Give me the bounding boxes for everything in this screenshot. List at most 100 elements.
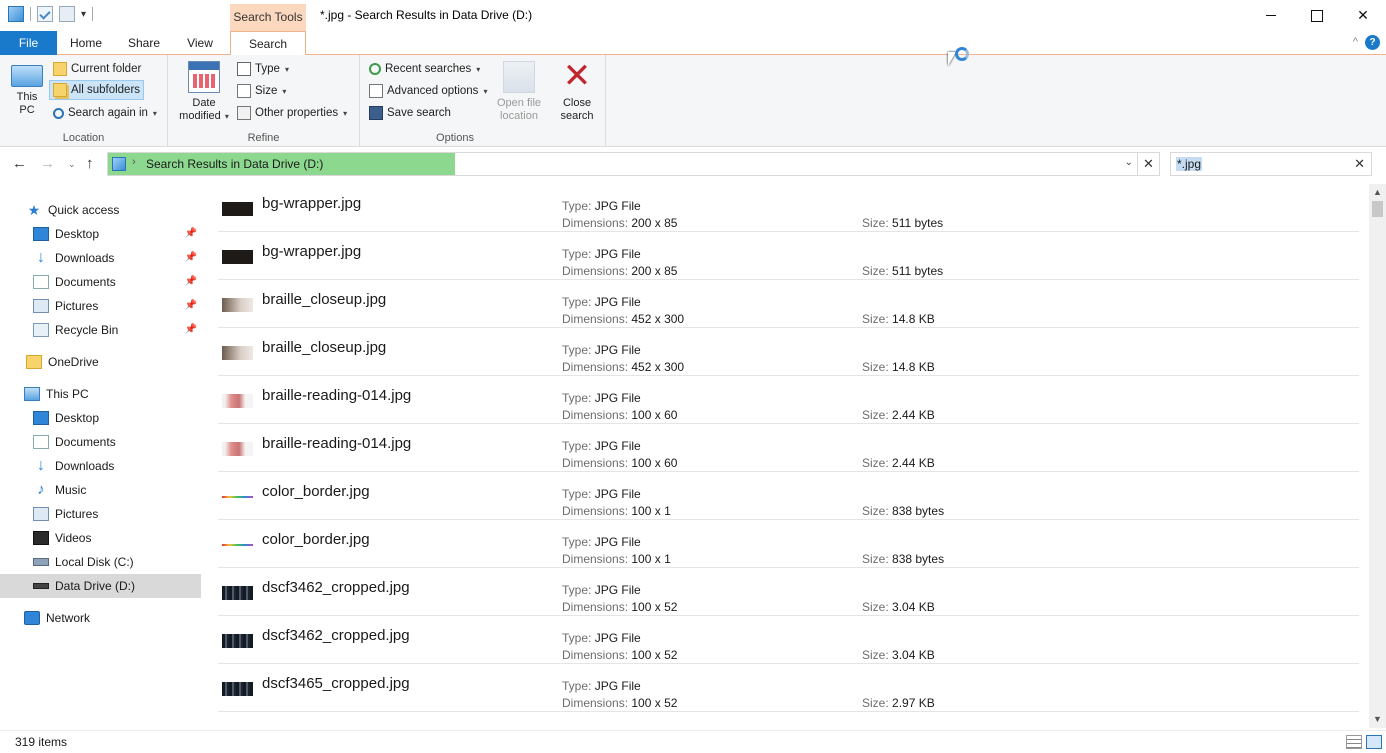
date-modified-button[interactable]: Date modified ▾ (174, 61, 234, 123)
new-folder-icon[interactable] (59, 6, 75, 22)
file-size-value: 838 bytes (892, 552, 945, 566)
file-name[interactable]: braille-reading-014.jpg (262, 387, 411, 404)
thumbnail-image (222, 442, 253, 456)
sidebar-item-network[interactable]: Network (0, 606, 201, 630)
list-item[interactable]: braille-reading-014.jpg Type: JPG File Dim… (218, 376, 1359, 424)
file-name[interactable]: color_border.jpg (262, 483, 370, 500)
file-name[interactable]: bg-wrapper.jpg (262, 243, 361, 260)
list-item[interactable]: braille_closeup.jpg Type: JPG File Dimensi… (218, 280, 1359, 328)
file-name[interactable]: bg-wrapper.jpg (262, 195, 361, 212)
close-search-button[interactable]: ✕ Close search (556, 59, 598, 123)
list-item[interactable]: dscf3465_cropped.jpg Type: JPG File Dimens… (218, 664, 1359, 712)
file-name[interactable]: dscf3462_cropped.jpg (262, 579, 410, 596)
sidebar-item-qa-documents[interactable]: Documents 📌 (0, 270, 201, 294)
sidebar-item-label: Documents (55, 435, 116, 449)
list-item-partial[interactable] (218, 712, 1359, 728)
list-item[interactable]: braille_closeup.jpg Type: JPG File Dimensi… (218, 328, 1359, 376)
status-bar: 319 items (0, 730, 1386, 753)
tab-search[interactable]: Search (230, 31, 306, 56)
file-name[interactable]: dscf3465_cropped.jpg (262, 675, 410, 692)
file-size-value: 2.44 KB (892, 456, 935, 470)
file-name[interactable]: braille_closeup.jpg (262, 339, 386, 356)
sidebar-item-quick-access[interactable]: ★ Quick access (0, 198, 201, 222)
up-arrow-icon[interactable]: ↑ (86, 152, 94, 176)
computer-icon (11, 65, 43, 87)
minimize-ribbon-chevron-icon[interactable]: ^ (1353, 36, 1358, 48)
sidebar-item-pc-desktop[interactable]: Desktop (0, 406, 201, 430)
customize-qat-chevron-icon[interactable]: ▾ (81, 9, 86, 20)
list-item[interactable]: color_border.jpg Type: JPG File Dimensions… (218, 520, 1359, 568)
sidebar-item-pc-videos[interactable]: Videos (0, 526, 201, 550)
recent-searches-button[interactable]: Recent searches ▾ (366, 59, 483, 79)
sidebar-item-local-disk-c[interactable]: Local Disk (C:) (0, 550, 201, 574)
sidebar-item-qa-downloads[interactable]: ↓ Downloads 📌 (0, 246, 201, 270)
stop-search-x-icon[interactable]: ✕ (1137, 153, 1159, 175)
search-again-in-button[interactable]: Search again in ▾ (50, 103, 160, 123)
file-name[interactable]: braille-reading-014.jpg (262, 435, 411, 452)
sidebar-item-onedrive[interactable]: OneDrive (0, 350, 201, 374)
sidebar-item-qa-pictures[interactable]: Pictures 📌 (0, 294, 201, 318)
maximize-button[interactable] (1294, 0, 1340, 31)
details-view-icon[interactable] (1346, 735, 1362, 749)
search-input[interactable]: *.jpg ✕ (1170, 152, 1372, 176)
sidebar-item-pc-pictures[interactable]: Pictures (0, 502, 201, 526)
address-bar[interactable]: › Search Results in Data Drive (D:) ⌄ ✕ (107, 152, 1160, 176)
pin-icon: 📌 (184, 252, 197, 263)
tab-home[interactable]: Home (60, 31, 112, 55)
back-arrow-icon[interactable]: ← (12, 152, 27, 176)
list-item[interactable]: color_border.jpg Type: JPG File Dimensions… (218, 472, 1359, 520)
list-item[interactable]: dscf3462_cropped.jpg Type: JPG File Dimens… (218, 568, 1359, 616)
minimize-button[interactable] (1248, 0, 1294, 31)
file-name[interactable]: color_border.jpg (262, 531, 370, 548)
tab-share[interactable]: Share (118, 31, 170, 55)
search-query-text[interactable]: *.jpg (1176, 157, 1203, 171)
sidebar-item-qa-recycle-bin[interactable]: Recycle Bin 📌 (0, 318, 201, 342)
tab-view[interactable]: View (176, 31, 224, 55)
dimensions-label: Dimensions: (562, 504, 629, 518)
scroll-up-arrow-icon[interactable]: ▲ (1369, 184, 1386, 201)
properties-icon[interactable] (37, 6, 53, 22)
file-type-value: JPG File (594, 535, 641, 549)
sidebar-item-this-pc[interactable]: This PC (0, 382, 201, 406)
recent-locations-chevron-icon[interactable]: ⌄ (68, 152, 76, 176)
size-filter-button[interactable]: Size ▾ (234, 81, 289, 101)
list-item[interactable]: braille-reading-014.jpg Type: JPG File Dim… (218, 424, 1359, 472)
address-dropdown-chevron-icon[interactable]: ⌄ (1125, 157, 1133, 168)
list-item[interactable]: bg-wrapper.jpg Type: JPG File Dimensions: … (218, 232, 1359, 280)
other-properties-button[interactable]: Other properties ▾ (234, 103, 350, 123)
open-file-location-button[interactable]: Open file location (490, 61, 548, 123)
current-folder-button[interactable]: Current folder (50, 59, 144, 79)
clear-search-x-icon[interactable]: ✕ (1354, 156, 1365, 172)
tab-file[interactable]: File (0, 31, 57, 55)
list-item[interactable]: dscf3462_cropped.jpg Type: JPG File Dimens… (218, 616, 1359, 664)
content-view-icon[interactable] (1366, 735, 1382, 749)
sidebar-item-qa-desktop[interactable]: Desktop 📌 (0, 222, 201, 246)
file-size: Size: 511 bytes (862, 264, 943, 278)
file-name[interactable]: dscf3462_cropped.jpg (262, 627, 410, 644)
sidebar-item-label: Downloads (55, 251, 115, 265)
sidebar-item-pc-music[interactable]: ♪ Music (0, 478, 201, 502)
type-label: Type: (562, 631, 592, 645)
file-dimensions-value: 100 x 1 (631, 504, 671, 518)
sidebar-item-pc-documents[interactable]: Documents (0, 430, 201, 454)
sidebar-item-pc-downloads[interactable]: ↓ Downloads (0, 454, 201, 478)
help-icon[interactable]: ? (1365, 35, 1380, 50)
all-subfolders-button[interactable]: All subfolders (49, 80, 145, 100)
forward-arrow-icon[interactable]: → (40, 152, 55, 176)
star-icon: ★ (27, 202, 41, 218)
this-pc-button[interactable]: This PC (8, 61, 46, 117)
scrollbar-thumb[interactable] (1372, 201, 1383, 217)
sidebar-item-data-drive-d[interactable]: Data Drive (D:) (0, 574, 201, 598)
file-name[interactable]: braille_closeup.jpg (262, 291, 386, 308)
breadcrumb-separator-icon[interactable]: › (132, 156, 136, 168)
scroll-down-arrow-icon[interactable]: ▼ (1369, 711, 1386, 728)
advanced-options-button[interactable]: Advanced options ▾ (366, 81, 490, 101)
save-search-button[interactable]: Save search (366, 103, 454, 123)
type-filter-button[interactable]: Type ▾ (234, 59, 292, 79)
explorer-app-icon[interactable] (8, 6, 24, 22)
ribbon-tabs: File Home Share View Search ^ ? (0, 31, 1386, 56)
breadcrumb[interactable]: Search Results in Data Drive (D:) (146, 157, 323, 171)
close-window-button[interactable]: ✕ (1340, 0, 1386, 31)
list-item[interactable]: bg-wrapper.jpg Type: JPG File Dimensions: … (218, 184, 1359, 232)
vertical-scrollbar[interactable]: ▲ ▼ (1369, 184, 1386, 728)
